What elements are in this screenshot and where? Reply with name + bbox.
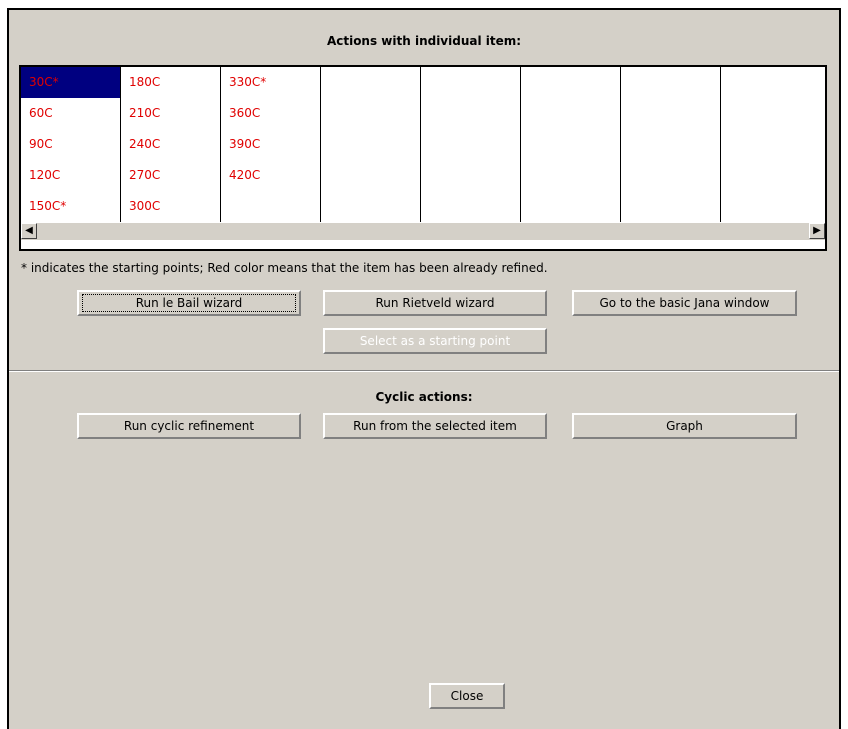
grid-item[interactable]: 30C* bbox=[21, 67, 120, 98]
grid-column: 330C* 360C 390C 420C bbox=[221, 67, 321, 222]
grid-item[interactable]: 60C bbox=[21, 98, 120, 129]
graph-label: Graph bbox=[666, 419, 703, 433]
run-from-selected-item-button[interactable]: Run from the selected item bbox=[323, 413, 547, 439]
run-cyclic-refinement-button[interactable]: Run cyclic refinement bbox=[77, 413, 301, 439]
individual-actions-title: Actions with individual item: bbox=[326, 34, 522, 48]
run-le-bail-wizard-button[interactable]: Run le Bail wizard bbox=[77, 290, 301, 316]
items-grid[interactable]: 30C* 60C 90C 120C 150C* 180C 210C 240C 270C 300C 3… bbox=[19, 65, 827, 251]
graph-button[interactable]: Graph bbox=[572, 413, 797, 439]
grid-column bbox=[421, 67, 521, 222]
grid-item[interactable]: 330C* bbox=[221, 67, 320, 98]
grid-column: 180C 210C 240C 270C 300C bbox=[121, 67, 221, 222]
scroll-right-icon[interactable]: ▶ bbox=[809, 223, 825, 239]
grid-item[interactable]: 120C bbox=[21, 160, 120, 191]
grid-item[interactable]: 180C bbox=[121, 67, 220, 98]
focus-rectangle bbox=[82, 294, 296, 312]
grid-item[interactable]: 150C* bbox=[21, 191, 120, 222]
close-label: Close bbox=[450, 689, 484, 703]
grid-item[interactable]: 240C bbox=[121, 129, 220, 160]
from-selected-label: Run from the selected item bbox=[353, 419, 517, 433]
grid-column: 30C* 60C 90C 120C 150C* bbox=[21, 67, 121, 222]
grid-item[interactable]: 210C bbox=[121, 98, 220, 129]
grid-column bbox=[521, 67, 621, 222]
select-starting-point-button[interactable]: Select as a starting point bbox=[323, 328, 547, 354]
grid-item[interactable]: 90C bbox=[21, 129, 120, 160]
grid-column bbox=[321, 67, 421, 222]
grid-item[interactable]: 300C bbox=[121, 191, 220, 222]
section-divider bbox=[9, 370, 839, 372]
basic-jana-window-button[interactable]: Go to the basic Jana window bbox=[572, 290, 797, 316]
grid-column bbox=[721, 67, 821, 222]
grid-item[interactable]: 390C bbox=[221, 129, 320, 160]
basic-jana-label: Go to the basic Jana window bbox=[599, 296, 770, 310]
rietveld-label: Run Rietveld wizard bbox=[375, 296, 495, 310]
grid-item[interactable]: 360C bbox=[221, 98, 320, 129]
cyclic-actions-title: Cyclic actions: bbox=[375, 390, 473, 404]
grid-item[interactable]: 420C bbox=[221, 160, 320, 191]
cyclic-refinement-label: Run cyclic refinement bbox=[123, 419, 255, 433]
select-starting-point-label: Select as a starting point bbox=[359, 334, 511, 348]
run-rietveld-wizard-button[interactable]: Run Rietveld wizard bbox=[323, 290, 547, 316]
close-button[interactable]: Close bbox=[429, 683, 505, 709]
legend-note: * indicates the starting points; Red col… bbox=[21, 261, 548, 275]
grid-column bbox=[621, 67, 721, 222]
dialog-window: Actions with individual item: 30C* 60C 90C… bbox=[7, 8, 841, 729]
scroll-left-icon[interactable]: ◀ bbox=[21, 223, 37, 239]
horizontal-scrollbar[interactable]: ◀ ▶ bbox=[21, 222, 825, 240]
grid-item[interactable]: 270C bbox=[121, 160, 220, 191]
